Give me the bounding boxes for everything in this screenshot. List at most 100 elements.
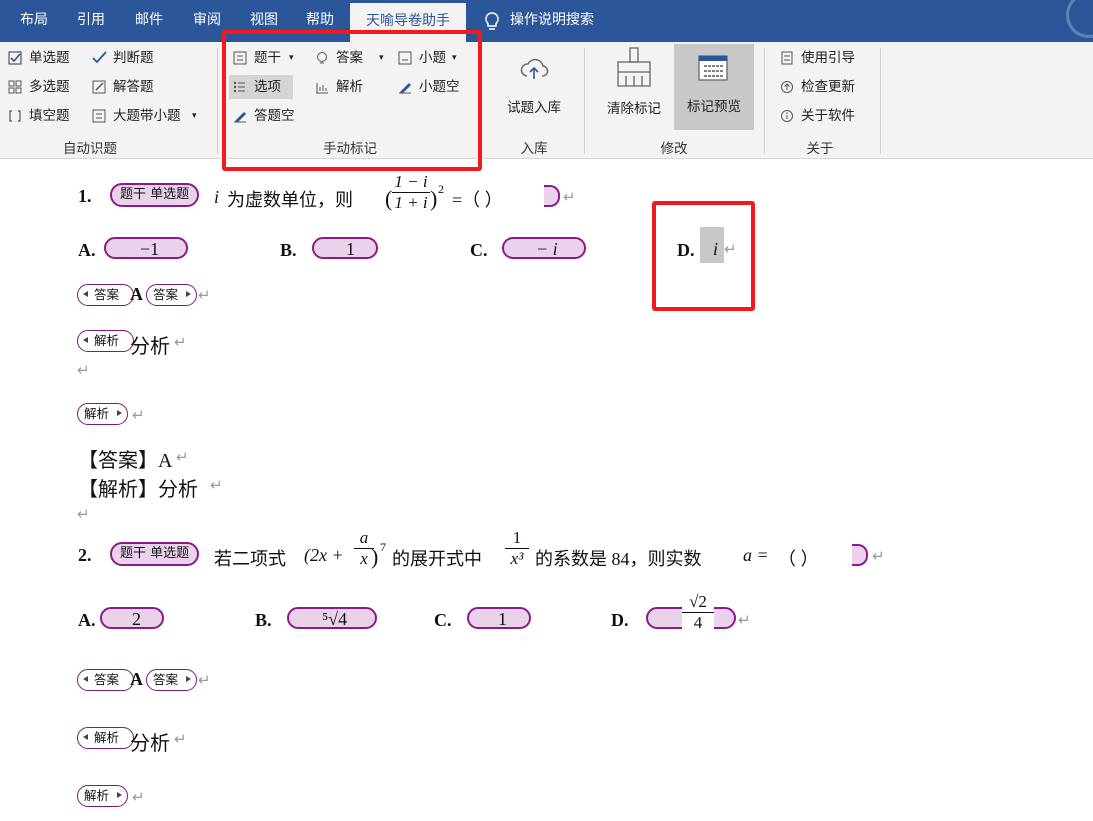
option-a-value: −1: [140, 239, 160, 259]
return-mark: ↵: [174, 730, 187, 748]
decorative-circle: [1066, 0, 1093, 38]
separator: [217, 48, 218, 154]
tell-me-search[interactable]: 操作说明搜索: [510, 0, 610, 42]
expression: (2x +: [304, 545, 344, 565]
stem-text: 的展开式中: [392, 549, 482, 569]
analysis-text: 分析: [130, 336, 170, 358]
option-b-value: ⁵√4: [322, 609, 348, 629]
option-b-marker[interactable]: [312, 237, 378, 259]
option-b-label: B.: [280, 240, 297, 260]
import-questions-button[interactable]: 试题入库: [494, 50, 574, 130]
return-mark: ↵: [563, 188, 576, 206]
highlight-box-option-d: [652, 201, 755, 311]
option-a-label: A.: [78, 240, 96, 260]
preview-icon: [698, 55, 728, 81]
exponent: 7: [380, 540, 386, 554]
fraction: 1 x³: [505, 528, 529, 569]
stem-text: 为虚数单位，则: [227, 190, 353, 210]
left-arrow-icon: [83, 676, 88, 682]
document-body: 1. 题干 单选题 i 为虚数单位，则 ( 1 − i 1 + i ) 2 =（…: [0, 158, 1093, 821]
question-number: 2.: [78, 545, 92, 565]
multi-checkbox-icon: [8, 80, 22, 94]
info-icon: [781, 110, 793, 122]
equals-blank: =（ ）: [452, 190, 503, 210]
analysis-start-tag[interactable]: 解析: [77, 330, 135, 352]
separator: [764, 48, 765, 154]
group-label-import: 入库: [520, 141, 548, 157]
answer-end-tag[interactable]: 答案: [146, 284, 198, 306]
stem-text: 若二项式: [214, 549, 286, 569]
tab-mailings[interactable]: 邮件: [120, 0, 178, 42]
answer-value: A: [130, 669, 143, 689]
tab-layout[interactable]: 布局: [6, 0, 62, 42]
separator: [880, 48, 881, 154]
question-number: 1.: [78, 186, 92, 206]
right-arrow-icon: [117, 410, 123, 416]
mark-preview-button[interactable]: 标记预览: [674, 44, 754, 130]
left-arrow-icon: [83, 734, 88, 740]
answer-start-tag[interactable]: 答案: [77, 669, 135, 691]
return-mark: ↵: [132, 788, 145, 806]
menu-bar: 布局 引用 邮件 审阅 视图 帮助 天喻导卷助手 操作说明搜索: [0, 0, 1093, 42]
fraction: 1 − i 1 + i: [392, 172, 430, 213]
return-mark: ↵: [872, 547, 885, 565]
broom-icon: [617, 47, 651, 87]
lightbulb-icon: [485, 12, 499, 30]
option-a-value: 2: [132, 609, 141, 629]
left-arrow-icon: [83, 291, 88, 297]
document-icon: [92, 109, 106, 123]
edit-icon: [92, 80, 106, 94]
option-c-value: − i: [536, 239, 558, 259]
answer-end-tag[interactable]: 答案: [146, 669, 198, 691]
stem-tag[interactable]: 题干 单选题: [110, 542, 200, 566]
analysis-text: 分析: [130, 733, 170, 755]
option-c-label: C.: [470, 240, 488, 260]
right-arrow-icon: [117, 792, 123, 798]
option-c-value: 1: [498, 609, 507, 629]
tab-references[interactable]: 引用: [62, 0, 120, 42]
variable-a: a =: [743, 545, 769, 565]
return-mark: ↵: [132, 406, 145, 424]
separator: [584, 48, 585, 154]
stem-end-marker: [852, 544, 868, 566]
highlight-box-manual-marking: [222, 30, 482, 171]
option-a-label: A.: [78, 610, 96, 630]
analysis-start-tag[interactable]: 解析: [77, 727, 135, 749]
right-arrow-icon: [186, 291, 192, 297]
equals-blank: （ ）: [778, 549, 819, 569]
group-label-auto: 自动识题: [63, 141, 117, 157]
left-arrow-icon: [83, 337, 88, 343]
return-mark: ↵: [198, 671, 211, 689]
stem-end-marker: [544, 185, 560, 207]
answer-start-tag[interactable]: 答案: [77, 284, 135, 306]
clear-marks-button[interactable]: 清除标记: [594, 44, 674, 130]
checkmark-icon: [92, 51, 107, 64]
paren-close: ): [371, 544, 379, 569]
return-mark: ↵: [77, 361, 90, 379]
return-mark: ↵: [176, 448, 189, 466]
ribbon: 单选题 判断题 多选题 解答题 填空题 大题带小题 ▾ 自动识题 题干 ▾ 答案…: [0, 42, 1093, 159]
group-label-modify: 修改: [660, 141, 688, 157]
answer-line: 【答案】A: [78, 450, 173, 472]
option-b-value: 1: [346, 239, 355, 259]
stem-tag[interactable]: 题干 单选题: [110, 183, 200, 207]
right-arrow-icon: [186, 676, 192, 682]
answer-value: A: [130, 284, 143, 304]
analysis-line: 【解析】分析: [78, 479, 198, 501]
document-icon: [781, 51, 793, 65]
option-b-label: B.: [255, 610, 272, 630]
update-icon: [781, 81, 793, 93]
return-mark: ↵: [77, 505, 90, 523]
return-mark: ↵: [198, 286, 211, 304]
group-label-about: 关于: [806, 141, 834, 157]
cloud-upload-icon: [520, 58, 549, 79]
option-c-label: C.: [434, 610, 452, 630]
fraction: √2 4: [682, 592, 714, 633]
analysis-end-tag[interactable]: 解析: [77, 403, 129, 425]
exponent: 2: [438, 182, 444, 196]
checkbox-icon: [8, 51, 22, 65]
bracket-icon: [9, 110, 21, 122]
variable-i: i: [214, 187, 220, 207]
return-mark: ↵: [738, 611, 751, 629]
analysis-end-tag[interactable]: 解析: [77, 785, 129, 807]
